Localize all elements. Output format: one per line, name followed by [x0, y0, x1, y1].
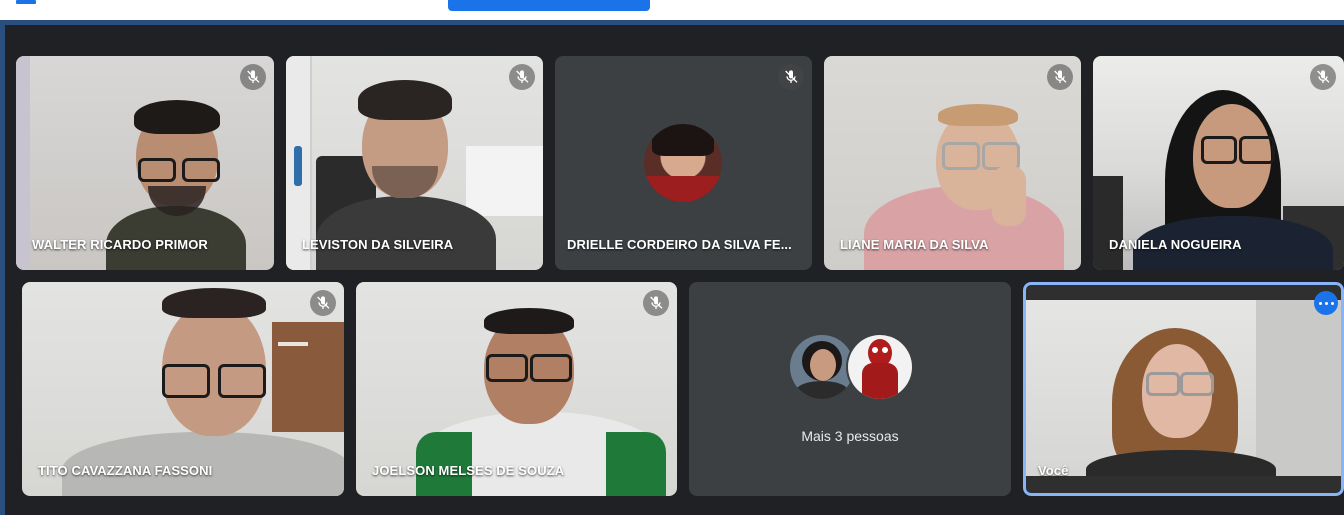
- participant-grid: WALTER RICARDO PRIMOR LEVISTON DA SILVEI…: [5, 25, 1344, 515]
- participant-name: LEVISTON DA SILVEIRA: [302, 237, 454, 252]
- participant-avatar: [644, 124, 722, 202]
- self-view-tile[interactable]: Você: [1023, 282, 1344, 496]
- mic-off-icon: [1047, 64, 1073, 90]
- meeting-window: WALTER RICARDO PRIMOR LEVISTON DA SILVEI…: [0, 20, 1344, 515]
- mic-off-icon: [240, 64, 266, 90]
- participant-tile[interactable]: WALTER RICARDO PRIMOR: [16, 56, 274, 270]
- mic-off-icon: [778, 64, 804, 90]
- participant-name: DRIELLE CORDEIRO DA SILVA FE...: [567, 237, 792, 252]
- participant-avatar: [848, 335, 912, 399]
- mic-off-icon: [310, 290, 336, 316]
- more-participants-label: Mais 3 pessoas: [801, 428, 899, 444]
- mic-off-icon: [1310, 64, 1336, 90]
- participant-avatar: [790, 335, 854, 399]
- more-participants-tile[interactable]: Mais 3 pessoas: [689, 282, 1011, 496]
- mic-off-icon: [643, 290, 669, 316]
- participant-name: DANIELA NOGUEIRA: [1109, 237, 1242, 252]
- participant-tile[interactable]: LEVISTON DA SILVEIRA: [286, 56, 543, 270]
- self-highlight-border: [1023, 282, 1344, 496]
- participant-tile[interactable]: JOELSON MELSES DE SOUZA: [356, 282, 677, 496]
- participant-name: TITO CAVAZZANA FASSONI: [38, 463, 213, 478]
- mic-off-icon: [509, 64, 535, 90]
- participant-tile[interactable]: TITO CAVAZZANA FASSONI: [22, 282, 344, 496]
- menu-icon[interactable]: [16, 0, 36, 4]
- participant-tile[interactable]: DANIELA NOGUEIRA: [1093, 56, 1344, 270]
- participant-name: Você: [1038, 463, 1069, 478]
- participant-name: LIANE MARIA DA SILVA: [840, 237, 989, 252]
- top-action-button[interactable]: [448, 0, 650, 11]
- participant-tile[interactable]: DRIELLE CORDEIRO DA SILVA FE...: [555, 56, 812, 270]
- top-bar: [0, 0, 1344, 20]
- participant-tile[interactable]: LIANE MARIA DA SILVA: [824, 56, 1081, 270]
- participant-name: WALTER RICARDO PRIMOR: [32, 237, 208, 252]
- participant-name: JOELSON MELSES DE SOUZA: [372, 463, 565, 478]
- more-options-icon[interactable]: [1314, 291, 1338, 315]
